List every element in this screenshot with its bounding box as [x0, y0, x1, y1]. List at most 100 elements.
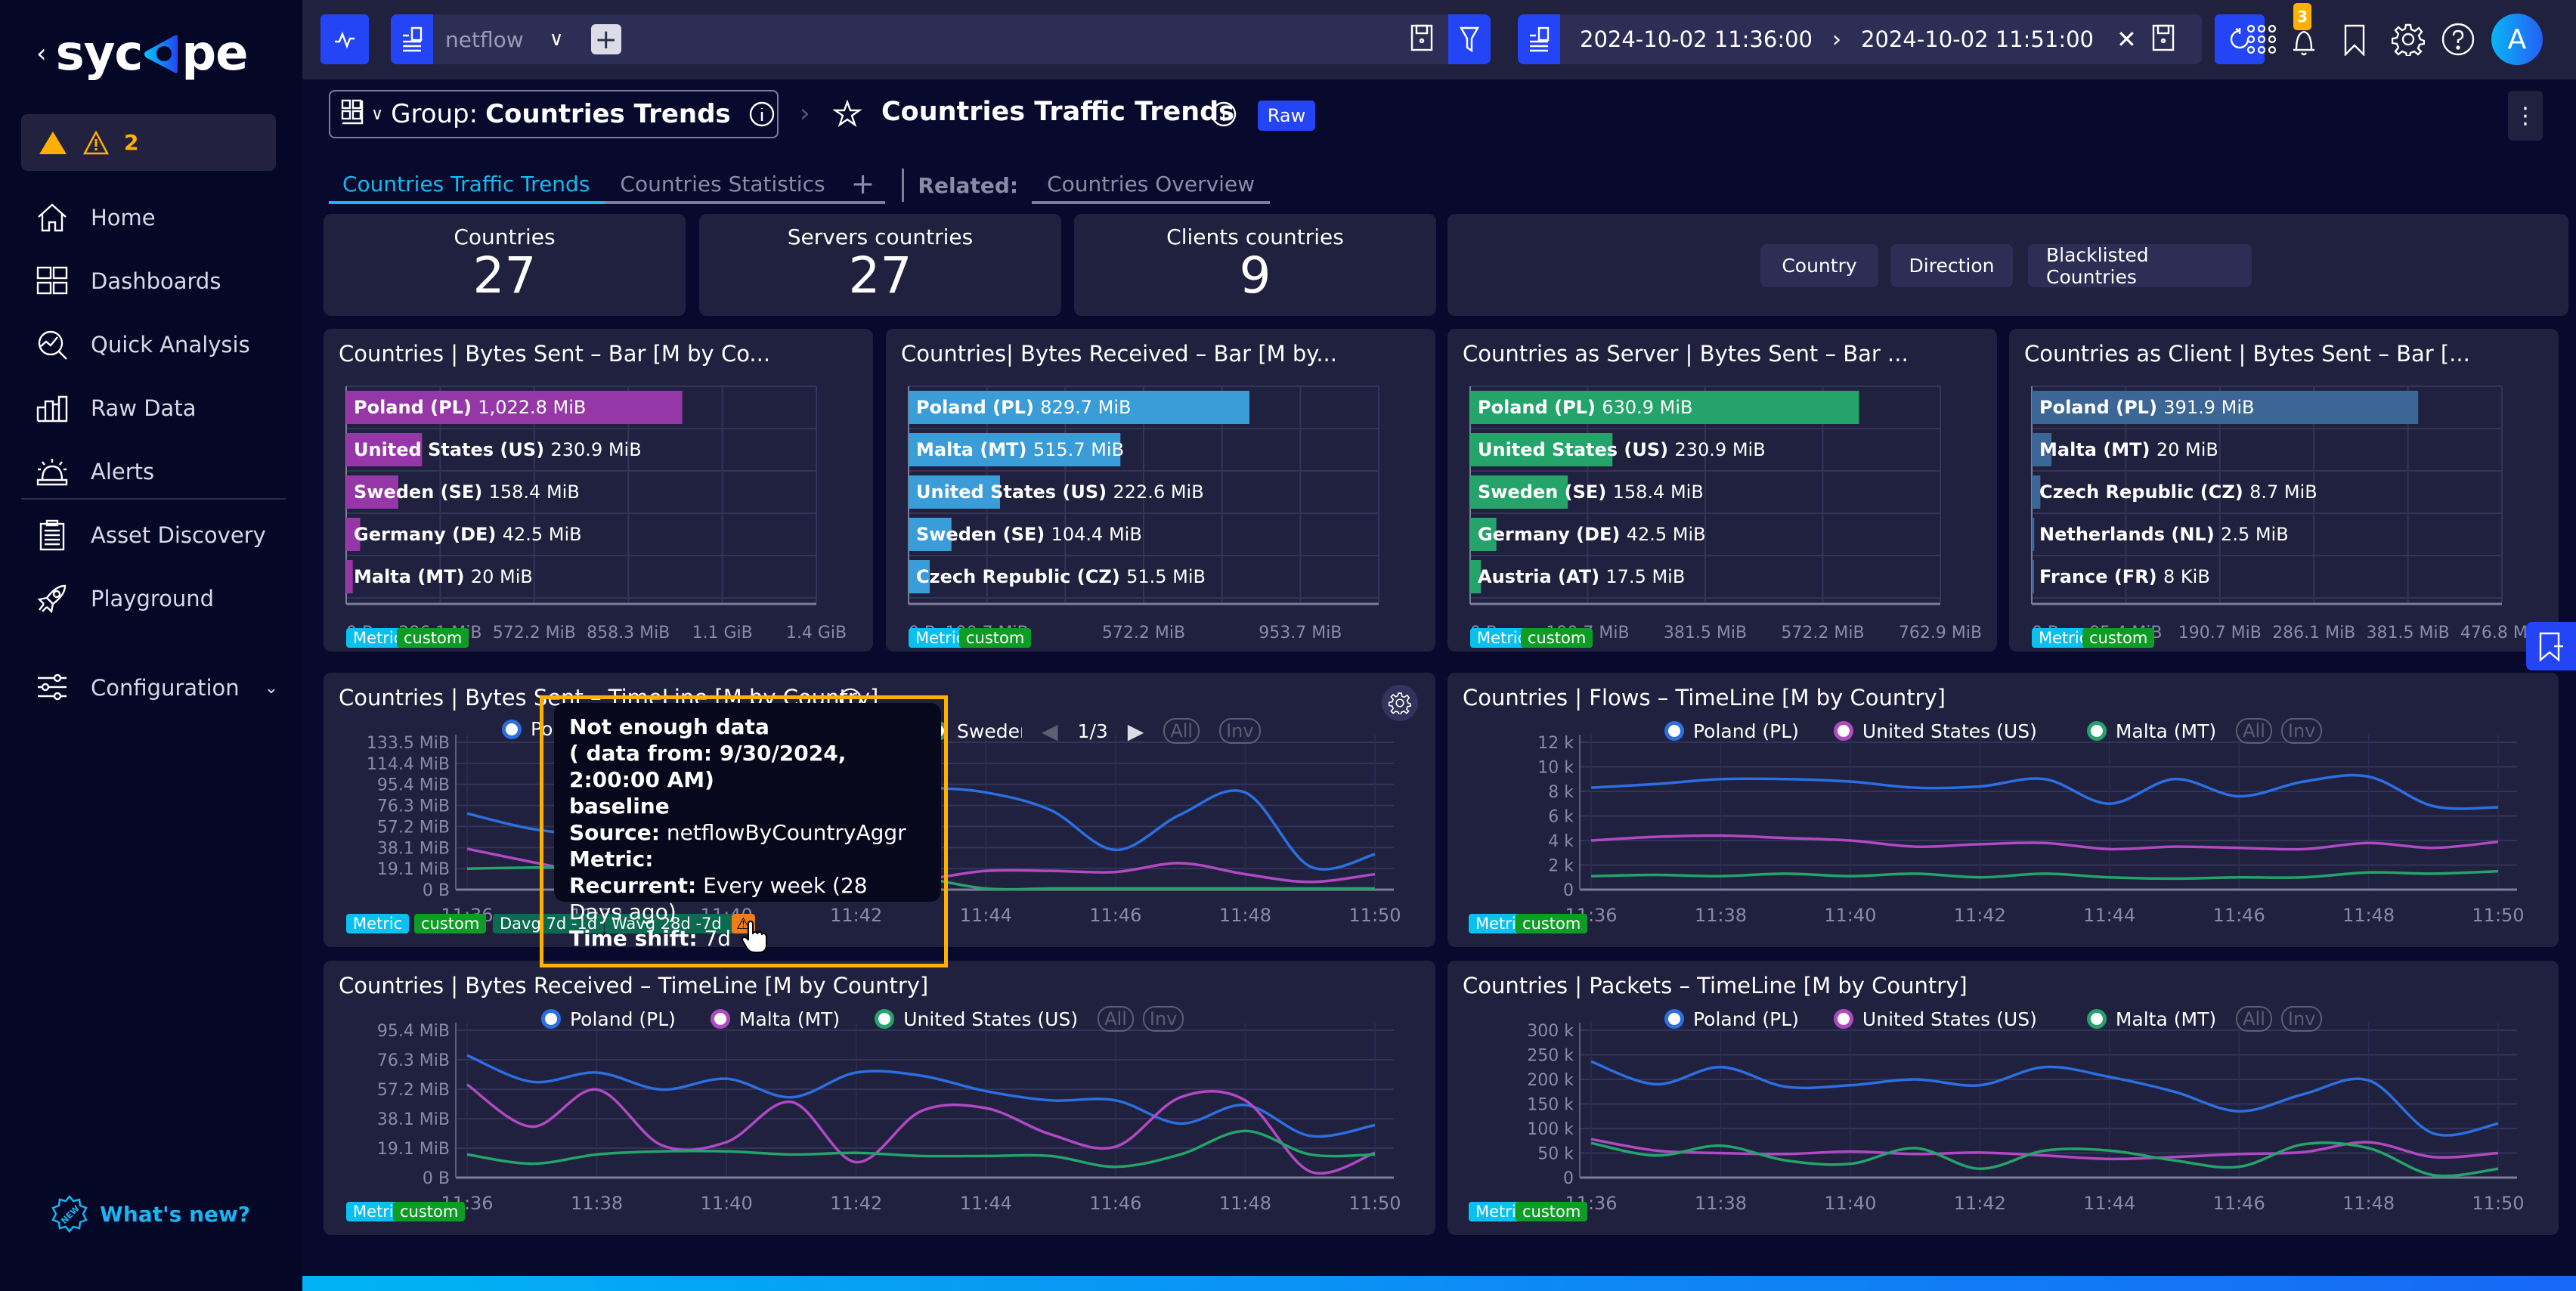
tab-countries-statistics[interactable]: Countries Statistics: [605, 166, 841, 204]
filter-country-button[interactable]: Country: [1760, 244, 1878, 287]
legend-item-malta[interactable]: Malta (MT): [2086, 1008, 2216, 1030]
legend-invert-button[interactable]: Inv: [1219, 718, 1261, 744]
save-filter-button[interactable]: [1410, 24, 1433, 54]
add-widget-button[interactable]: [2526, 622, 2576, 670]
legend-item-united-states[interactable]: United States (US): [1833, 1008, 2037, 1030]
collapse-sidebar-icon[interactable]: ‹: [36, 39, 47, 69]
analysis-mode-button[interactable]: [320, 14, 369, 64]
bell-icon[interactable]: [2292, 24, 2316, 57]
source-selector-button[interactable]: [391, 14, 433, 64]
legend-item-poland[interactable]: Poland (PL): [541, 1008, 676, 1030]
bookmark-icon[interactable]: [2343, 24, 2366, 56]
x-tick-label: 11:50: [2472, 905, 2524, 926]
legend-all-button[interactable]: All: [1163, 718, 1200, 744]
x-tick-label: 11:50: [2472, 1193, 2524, 1214]
dashboard-info-icon[interactable]: [1211, 101, 1237, 127]
bar-category: Sweden (SE): [1478, 481, 1613, 503]
more-options-button[interactable]: ⋮: [2508, 91, 2543, 141]
time-from[interactable]: 2024-10-02 11:36:00: [1580, 26, 1813, 52]
legend-all-button[interactable]: All: [2236, 718, 2272, 744]
sidebar-item-label: Asset Discovery: [91, 522, 266, 548]
x-tick-label: 11:46: [1089, 1193, 1141, 1214]
x-tick-label: 11:44: [960, 905, 1012, 926]
x-tick-label: 11:42: [1954, 905, 2006, 926]
sidebar-item-raw-data[interactable]: Raw Data: [36, 385, 196, 431]
x-tick-label: 11:44: [2083, 905, 2135, 926]
legend-next-icon[interactable]: ▶: [1128, 719, 1144, 744]
custom-tag: custom: [414, 914, 487, 933]
favorite-star-icon[interactable]: [833, 100, 862, 128]
legend-invert-button[interactable]: Inv: [2280, 718, 2323, 744]
raw-badge[interactable]: Raw: [1258, 101, 1315, 131]
legend-all-button[interactable]: All: [2236, 1006, 2272, 1032]
bar-value: 20 MiB: [2156, 439, 2218, 460]
x-tick-label: 572.2 MiB: [1102, 624, 1185, 642]
filter-blacklisted-countries-button[interactable]: Blacklisted Countries: [2028, 244, 2252, 288]
legend-prev-icon[interactable]: ◀: [1042, 719, 1058, 744]
legend-item-united-states[interactable]: United States (US): [1833, 720, 2037, 742]
bar-label: Malta (MT) 20 MiB: [354, 566, 533, 587]
line-chart-packets: 050 k100 k150 k200 k250 k300 k11:36 11:38…: [1527, 1022, 2524, 1214]
tooltip-data-from: ( data from: 9/30/2024, 2:00:00 AM): [569, 741, 847, 792]
apply-filter-button[interactable]: [1448, 14, 1491, 64]
apps-grid-icon[interactable]: [2245, 23, 2278, 56]
legend-item-malta[interactable]: Malta (MT): [2086, 720, 2216, 742]
sidebar-divider: [21, 498, 286, 500]
source-dropdown-chevron-icon[interactable]: ∨: [550, 28, 564, 51]
bar-category: Sweden (SE): [916, 524, 1051, 545]
custom-tag: custom: [1516, 1202, 1588, 1221]
add-tab-button[interactable]: +: [840, 166, 886, 204]
save-time-button[interactable]: [2152, 24, 2175, 54]
help-icon[interactable]: [2441, 23, 2475, 56]
whats-new-link[interactable]: NEW What's new?: [50, 1194, 250, 1234]
bar-label: France (FR) 8 KiB: [2039, 566, 2210, 587]
y-tick-label: 100 k: [1527, 1120, 1574, 1139]
sidebar-item-playground[interactable]: Playground: [36, 576, 214, 621]
bar-value: 2.5 MiB: [2221, 524, 2289, 545]
custom-tag: custom: [2082, 628, 2155, 648]
time-preset-button[interactable]: [1518, 14, 1560, 64]
legend-invert-button[interactable]: Inv: [2280, 1006, 2323, 1032]
line-chart-flows: 02 k4 k6 k8 k10 k12 k11:36 11:38 11:40 11:4…: [1537, 734, 2524, 926]
bar-value: 158.4 MiB: [1613, 481, 1704, 503]
y-tick-label: 76.3 MiB: [377, 1051, 450, 1070]
bar-chart-server-bytes-sent: 0 B190.7 MiB381.5 MiB572.2 MiB762.9 MiBP…: [1469, 385, 1982, 642]
sidebar-item-configuration[interactable]: Configuration ⌄: [36, 665, 278, 711]
legend-item-united-states[interactable]: United States (US): [875, 1008, 1078, 1030]
sidebar-item-quick-analysis[interactable]: Quick Analysis: [36, 322, 250, 367]
quick-analysis-icon: [38, 330, 67, 360]
logo[interactable]: ‹ syc pe: [36, 26, 249, 82]
breadcrumb-separator-icon: ›: [800, 98, 810, 128]
alerts-count: 2: [124, 130, 139, 155]
sidebar-item-home[interactable]: Home: [36, 195, 156, 240]
group-info-icon[interactable]: [749, 101, 775, 127]
y-tick-label: 0 B: [423, 1169, 450, 1188]
sidebar-item-dashboards[interactable]: Dashboards: [36, 259, 221, 304]
sidebar-item-alerts[interactable]: Alerts: [36, 449, 154, 494]
tab-countries-traffic-trends[interactable]: Countries Traffic Trends: [329, 166, 605, 204]
settings-gear-icon[interactable]: [2392, 23, 2425, 56]
alerts-summary[interactable]: 2: [21, 114, 276, 171]
bar-label: Sweden (SE) 158.4 MiB: [1478, 481, 1704, 503]
legend-label: Poland (PL): [570, 1008, 676, 1030]
dashboard-group-selector[interactable]: ∨ Group: Countries Trends: [329, 90, 779, 138]
whats-new-label: What's new?: [100, 1201, 251, 1227]
source-name[interactable]: netflow: [445, 27, 524, 52]
sidebar-item-asset-discovery[interactable]: Asset Discovery: [36, 512, 266, 558]
legend-invert-button[interactable]: Inv: [1142, 1006, 1184, 1032]
legend-all-button[interactable]: All: [1098, 1006, 1134, 1032]
legend-item-malta[interactable]: Malta (MT): [710, 1008, 840, 1030]
clear-time-icon[interactable]: ✕: [2116, 25, 2137, 54]
sidebar-item-label: Configuration: [91, 675, 240, 701]
add-filter-button[interactable]: +: [590, 24, 621, 55]
filter-direction-button[interactable]: Direction: [1890, 244, 2013, 287]
x-tick-label: 190.7 MiB: [2178, 624, 2262, 642]
related-tab-countries-overview[interactable]: Countries Overview: [1032, 166, 1271, 204]
legend-item-poland[interactable]: Poland (PL): [1664, 720, 1799, 742]
panel-settings-button[interactable]: [1382, 685, 1418, 721]
tooltip-source-label: Source:: [569, 820, 660, 845]
x-tick-label: 11:42: [830, 1193, 882, 1214]
time-to[interactable]: 2024-10-02 11:51:00: [1861, 26, 2094, 52]
legend-item-poland[interactable]: Poland (PL): [1664, 1008, 1799, 1030]
user-avatar[interactable]: A: [2491, 14, 2543, 65]
